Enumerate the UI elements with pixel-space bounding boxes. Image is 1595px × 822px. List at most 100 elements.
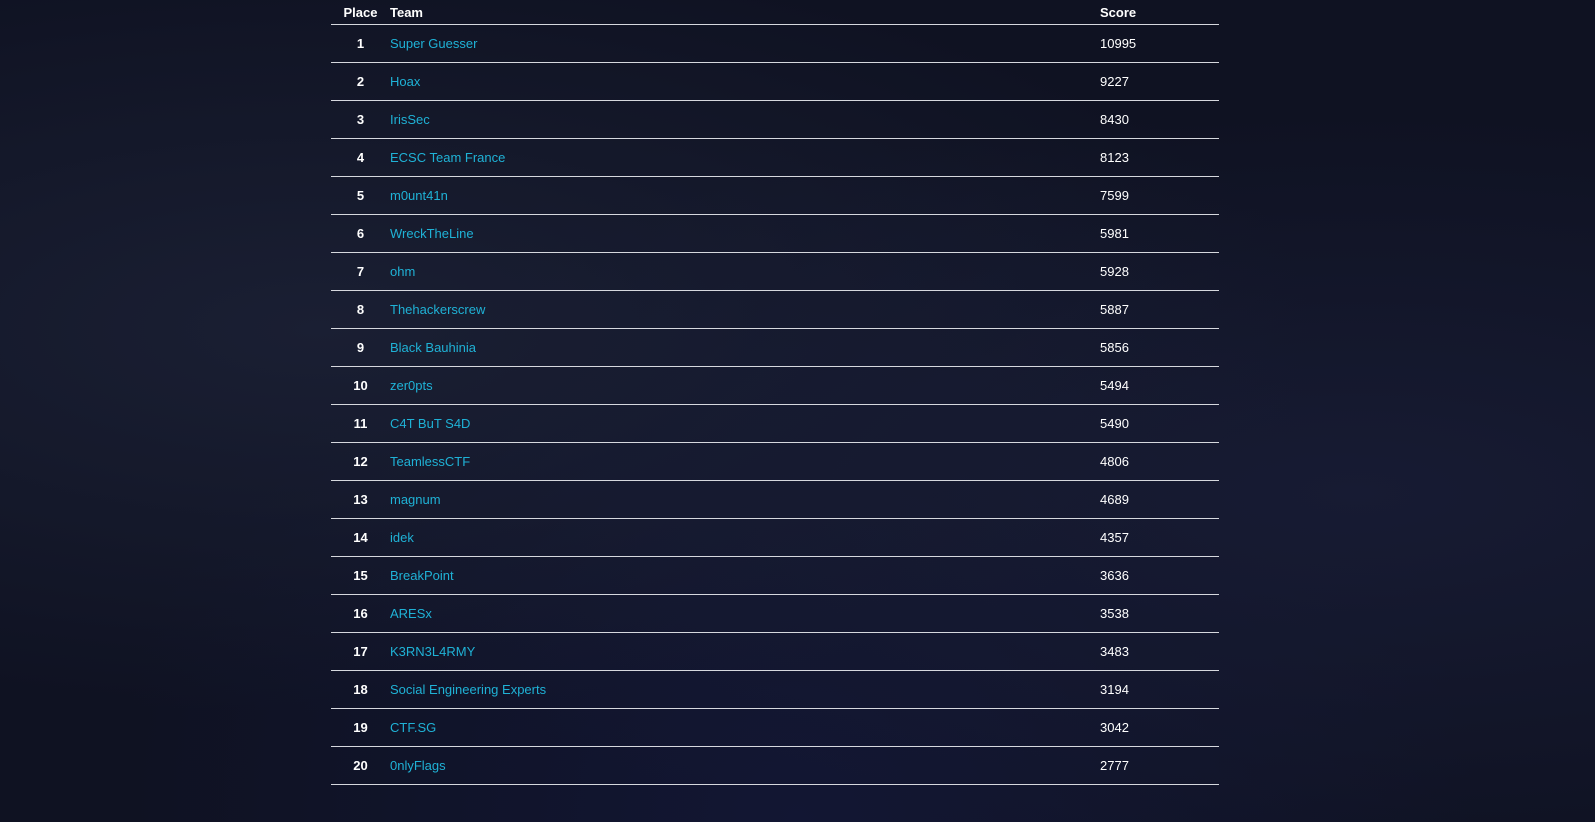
team-link[interactable]: ohm [390,264,415,279]
team-column-header[interactable]: Team [390,0,1100,25]
table-row: 4 ECSC Team France 8123 [331,138,1219,177]
row-place: 12 [331,442,390,481]
table-row: 12 TeamlessCTF 4806 [331,442,1219,481]
row-score: 2777 [1100,746,1219,785]
row-team-cell: Social Engineering Experts [390,670,1100,709]
row-team-cell: TeamlessCTF [390,442,1100,481]
table-row: 15 BreakPoint 3636 [331,556,1219,595]
row-team-cell: BreakPoint [390,556,1100,595]
row-score: 4357 [1100,518,1219,557]
row-score: 8430 [1100,100,1219,139]
row-score: 5887 [1100,290,1219,329]
row-place: 14 [331,518,390,557]
row-team-cell: K3RN3L4RMY [390,632,1100,671]
table-row: 6 WreckTheLine 5981 [331,214,1219,253]
row-team-cell: WreckTheLine [390,214,1100,253]
row-place: 7 [331,252,390,291]
table-row: 18 Social Engineering Experts 3194 [331,670,1219,709]
row-score: 3194 [1100,670,1219,709]
team-link[interactable]: BreakPoint [390,568,454,583]
table-row: 10 zer0pts 5494 [331,366,1219,405]
row-place: 18 [331,670,390,709]
row-place: 17 [331,632,390,671]
row-score: 3538 [1100,594,1219,633]
place-column-header[interactable]: Place [331,0,390,25]
table-row: 11 C4T BuT S4D 5490 [331,404,1219,443]
team-link[interactable]: TeamlessCTF [390,454,470,469]
team-link[interactable]: ECSC Team France [390,150,505,165]
team-link[interactable]: idek [390,530,414,545]
row-place: 5 [331,176,390,215]
row-place: 16 [331,594,390,633]
team-link[interactable]: Thehackerscrew [390,302,485,317]
team-link[interactable]: m0unt41n [390,188,448,203]
team-link[interactable]: Social Engineering Experts [390,682,546,697]
team-link[interactable]: zer0pts [390,378,433,393]
table-row: 20 0nlyFlags 2777 [331,746,1219,785]
row-team-cell: 0nlyFlags [390,746,1100,785]
row-score: 5856 [1100,328,1219,367]
scoreboard-header: Place Team Score [331,0,1219,25]
team-link[interactable]: magnum [390,492,441,507]
table-row: 2 Hoax 9227 [331,62,1219,101]
row-team-cell: idek [390,518,1100,557]
row-score: 9227 [1100,62,1219,101]
row-team-cell: zer0pts [390,366,1100,405]
row-team-cell: Hoax [390,62,1100,101]
table-row: 14 idek 4357 [331,518,1219,557]
score-column-header[interactable]: Score [1100,0,1219,25]
row-score: 10995 [1100,24,1219,63]
row-place: 11 [331,404,390,443]
team-link[interactable]: K3RN3L4RMY [390,644,475,659]
row-team-cell: Thehackerscrew [390,290,1100,329]
team-link[interactable]: WreckTheLine [390,226,474,241]
table-row: 16 ARESx 3538 [331,594,1219,633]
table-row: 17 K3RN3L4RMY 3483 [331,632,1219,671]
row-team-cell: CTF.SG [390,708,1100,747]
row-place: 19 [331,708,390,747]
row-team-cell: IrisSec [390,100,1100,139]
row-score: 4689 [1100,480,1219,519]
header-row: Place Team Score [331,0,1219,25]
team-link[interactable]: IrisSec [390,112,430,127]
table-row: 19 CTF.SG 3042 [331,708,1219,747]
row-place: 1 [331,24,390,63]
row-score: 3636 [1100,556,1219,595]
row-place: 20 [331,746,390,785]
row-team-cell: m0unt41n [390,176,1100,215]
row-team-cell: Black Bauhinia [390,328,1100,367]
row-team-cell: ECSC Team France [390,138,1100,177]
team-link[interactable]: Black Bauhinia [390,340,476,355]
row-score: 5490 [1100,404,1219,443]
row-team-cell: Super Guesser [390,24,1100,63]
row-team-cell: magnum [390,480,1100,519]
row-team-cell: ARESx [390,594,1100,633]
scoreboard-body: 1 Super Guesser 10995 2 Hoax 9227 3 IrisSec 8430… [331,24,1219,785]
team-link[interactable]: C4T BuT S4D [390,416,470,431]
row-place: 13 [331,480,390,519]
row-score: 5494 [1100,366,1219,405]
scoreboard-table: Place Team Score 1 Super Guesser 10995 2 Hoa… [331,0,1219,785]
team-link[interactable]: ARESx [390,606,432,621]
team-link[interactable]: CTF.SG [390,720,436,735]
row-place: 15 [331,556,390,595]
row-place: 4 [331,138,390,177]
team-link[interactable]: Hoax [390,74,420,89]
row-place: 8 [331,290,390,329]
table-row: 13 magnum 4689 [331,480,1219,519]
table-row: 3 IrisSec 8430 [331,100,1219,139]
table-row: 9 Black Bauhinia 5856 [331,328,1219,367]
team-link[interactable]: Super Guesser [390,36,477,51]
table-row: 8 Thehackerscrew 5887 [331,290,1219,329]
row-place: 6 [331,214,390,253]
row-score: 3483 [1100,632,1219,671]
row-score: 5928 [1100,252,1219,291]
team-link[interactable]: 0nlyFlags [390,758,446,773]
scoreboard-container: Place Team Score 1 Super Guesser 10995 2 Hoa… [331,0,1219,785]
row-place: 2 [331,62,390,101]
row-team-cell: C4T BuT S4D [390,404,1100,443]
row-score: 3042 [1100,708,1219,747]
table-row: 1 Super Guesser 10995 [331,24,1219,63]
row-team-cell: ohm [390,252,1100,291]
row-score: 5981 [1100,214,1219,253]
